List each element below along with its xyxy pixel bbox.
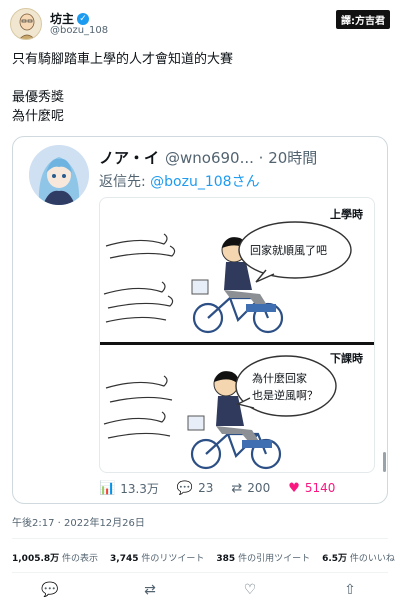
- quote-handle-time[interactable]: @wno690... · 20時間: [165, 147, 317, 168]
- comic-bottom-label: 下課時: [330, 352, 363, 365]
- engagement-metrics: 1,005.8万 件の表示 3,745 件のリツイート 385 件の引用ツイート…: [12, 551, 395, 564]
- translator-badge: 譯:方吉君: [336, 10, 390, 29]
- metric-value: 3,745: [110, 554, 139, 564]
- reply-to-line: 返信先: @bozu_108さん: [99, 171, 260, 191]
- comic-top-label: 上學時: [330, 208, 363, 221]
- metric-value: 385: [216, 554, 236, 564]
- author-handle[interactable]: @bozu_108: [50, 25, 108, 36]
- heart-icon: ♥: [288, 480, 300, 496]
- divider: [12, 572, 388, 573]
- reply-stat[interactable]: 💬 23: [177, 481, 213, 496]
- tweet-line: 最優秀獎: [12, 90, 65, 105]
- tweet-line: 只有騎腳踏車上學的人才會知道的大賽: [12, 52, 234, 67]
- metric-views[interactable]: 1,005.8万 件の表示: [12, 551, 98, 564]
- metric-retweets[interactable]: 3,745 件のリツイート: [110, 551, 204, 564]
- retweet-icon[interactable]: ⇄: [130, 582, 170, 600]
- tweet-line: 為什麼呢: [12, 109, 65, 124]
- metric-label: 件のいいね: [349, 554, 395, 564]
- quote-author-name[interactable]: ノア・イ: [99, 147, 159, 168]
- author-avatar[interactable]: [10, 8, 42, 40]
- tweet-header: 坊主 ✓ @bozu_108 譯:方吉君: [10, 6, 390, 40]
- like-stat[interactable]: ♥ 5140: [288, 481, 335, 496]
- reply-icon: 💬: [176, 480, 194, 496]
- bottom-cyclist: [190, 432, 282, 470]
- reply-icon[interactable]: 💬: [30, 582, 70, 600]
- metric-value: 6.5万: [322, 554, 348, 564]
- quote-stats-bar: 📊 13.3万 💬 23 ⇄ 200 ♥ 5140: [99, 479, 379, 497]
- quoted-tweet[interactable]: ノア・イ @wno690... · 20時間 返信先: @bozu_108さん: [12, 136, 388, 504]
- quote-author-row[interactable]: ノア・イ @wno690... · 20時間: [99, 147, 317, 168]
- quote-author-avatar[interactable]: [29, 145, 89, 205]
- metric-likes[interactable]: 6.5万 件のいいね: [322, 551, 395, 564]
- comic-bottom-bubble-line1: 為什麼回家: [252, 372, 307, 385]
- tweet-timestamp[interactable]: 午後2:17 · 2022年12月26日: [12, 514, 145, 529]
- heart-outline-icon[interactable]: ♡: [230, 582, 270, 600]
- reply-prefix: 返信先:: [99, 174, 151, 190]
- action-bar: 💬 ⇄ ♡ ⇧: [0, 582, 400, 600]
- retweet-count: 200: [247, 481, 271, 495]
- top-cyclist: [192, 296, 284, 334]
- metric-label: 件の引用ツイート: [238, 554, 311, 564]
- comic-image[interactable]: 上學時 回家就順風了吧 下課時 為什麼回家 也是逆風啊？: [99, 197, 375, 473]
- bar-chart-icon: 📊: [99, 480, 116, 496]
- comic-top-bubble-text: 回家就順風了吧: [250, 244, 327, 257]
- views-stat[interactable]: 📊 13.3万: [99, 480, 159, 497]
- share-icon[interactable]: ⇧: [330, 582, 370, 600]
- verified-badge-icon: ✓: [77, 12, 90, 25]
- comic-bottom-bubble-line2: 也是逆風啊？: [252, 389, 318, 402]
- metric-label: 件の表示: [62, 554, 99, 564]
- views-count: 13.3万: [120, 481, 159, 496]
- metric-quotes[interactable]: 385 件の引用ツイート: [216, 551, 310, 564]
- wind-lines-top: [103, 233, 176, 323]
- reply-count: 23: [198, 481, 214, 495]
- divider: [12, 538, 388, 539]
- tweet-text: 只有騎腳踏車上學的人才會知道的大賽 最優秀獎 為什麼呢: [12, 50, 233, 126]
- reply-to-link[interactable]: @bozu_108さん: [150, 174, 259, 190]
- like-count: 5140: [304, 481, 336, 495]
- retweet-stat[interactable]: ⇄ 200: [231, 481, 270, 496]
- scrollbar-thumb[interactable]: [383, 452, 386, 472]
- metric-label: 件のリツイート: [141, 554, 205, 564]
- retweet-icon: ⇄: [231, 480, 243, 496]
- wind-lines-bottom: [103, 375, 173, 439]
- metric-value: 1,005.8万: [12, 554, 60, 564]
